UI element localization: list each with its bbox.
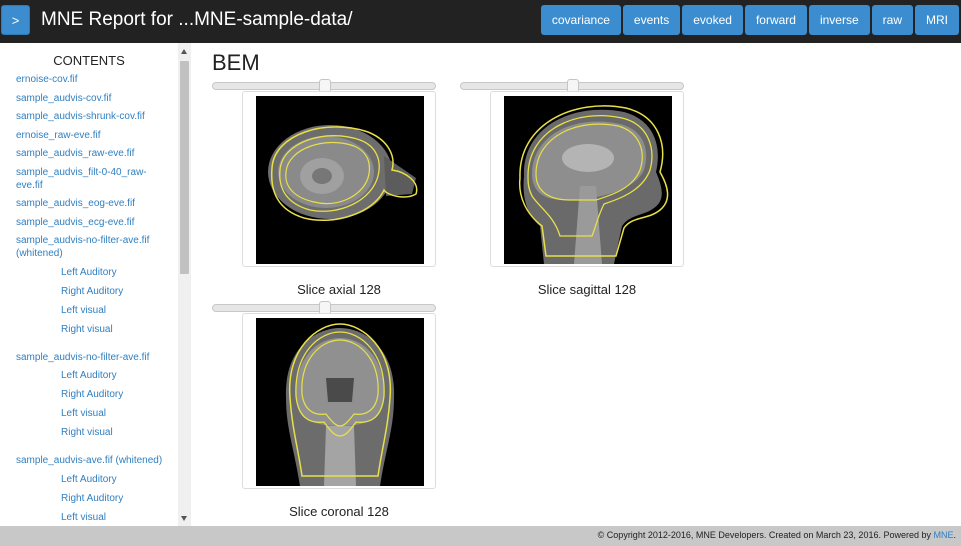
- toc-subitem-left-auditory[interactable]: Left Auditory: [16, 369, 166, 382]
- footer-mne-link[interactable]: MNE: [933, 530, 953, 540]
- scroll-up-arrow-icon[interactable]: [181, 49, 187, 54]
- report-title: MNE Report for ...MNE-sample-data/: [41, 9, 353, 30]
- nav-button-covariance[interactable]: covariance: [540, 5, 621, 35]
- toc-item-sample-audvis-shrunk-cov[interactable]: sample_audvis-shrunk-cov.fif: [16, 110, 166, 123]
- section-nav: covariance events evoked forward inverse…: [540, 5, 959, 35]
- toc-subitem-left-visual[interactable]: Left visual: [16, 511, 166, 524]
- nav-button-inverse[interactable]: inverse: [808, 5, 870, 35]
- sagittal-slice-slider[interactable]: [460, 79, 684, 93]
- scroll-thumb[interactable]: [180, 61, 189, 274]
- coronal-caption: Slice coronal 128: [289, 504, 389, 519]
- toc-item-no-filter-ave[interactable]: sample_audvis-no-filter-ave.fif: [16, 351, 166, 364]
- axial-slice-panel: [242, 91, 436, 267]
- axial-caption: Slice axial 128: [297, 282, 381, 297]
- sidebar-toggle-button[interactable]: >: [1, 5, 30, 35]
- toc-subitem-right-auditory[interactable]: Right Auditory: [16, 388, 166, 401]
- nav-button-raw[interactable]: raw: [871, 5, 913, 35]
- top-navbar: > MNE Report for ...MNE-sample-data/ cov…: [0, 0, 961, 43]
- toc-item-sample-audvis-cov[interactable]: sample_audvis-cov.fif: [16, 92, 166, 105]
- sagittal-caption: Slice sagittal 128: [537, 282, 637, 297]
- axial-bem-image: [256, 96, 424, 264]
- footer-end: .: [953, 530, 956, 540]
- footer-copyright: © Copyright 2012-2016, MNE Developers. C…: [598, 530, 956, 540]
- nav-button-evoked[interactable]: evoked: [682, 5, 743, 35]
- toc-item-sample-audvis-filt-raw-eve[interactable]: sample_audvis_filt-0-40_raw-eve.fif: [16, 166, 166, 192]
- nav-button-events[interactable]: events: [622, 5, 681, 35]
- toc-list: ernoise-cov.fif sample_audvis-cov.fif sa…: [16, 73, 166, 526]
- toc-item-ernoise-cov[interactable]: ernoise-cov.fif: [16, 73, 166, 86]
- toc-item-no-filter-ave-whitened[interactable]: sample_audvis-no-filter-ave.fif (whitene…: [16, 234, 166, 260]
- contents-sidebar: CONTENTS ernoise-cov.fif sample_audvis-c…: [0, 43, 191, 526]
- footer: © Copyright 2012-2016, MNE Developers. C…: [0, 526, 961, 546]
- toc-item-ernoise-raw-eve[interactable]: ernoise_raw-eve.fif: [16, 129, 166, 142]
- toc-subitem-left-visual[interactable]: Left visual: [16, 304, 166, 317]
- nav-button-forward[interactable]: forward: [744, 5, 807, 35]
- nav-button-mri[interactable]: MRI: [915, 5, 959, 35]
- toc-item-ave-whitened[interactable]: sample_audvis-ave.fif (whitened): [16, 454, 166, 467]
- toc-item-sample-audvis-ecg-eve[interactable]: sample_audvis_ecg-eve.fif: [16, 216, 166, 229]
- toc-subitem-left-auditory[interactable]: Left Auditory: [16, 266, 166, 279]
- coronal-bem-image: [256, 318, 424, 486]
- coronal-slice-panel: [242, 313, 436, 489]
- sagittal-slice-panel: [490, 91, 684, 267]
- toc-subitem-left-visual[interactable]: Left visual: [16, 407, 166, 420]
- contents-heading: CONTENTS: [53, 53, 125, 68]
- toc-subitem-right-auditory[interactable]: Right Auditory: [16, 285, 166, 298]
- toc-item-sample-audvis-eog-eve[interactable]: sample_audvis_eog-eve.fif: [16, 197, 166, 210]
- scroll-down-arrow-icon[interactable]: [181, 516, 187, 521]
- toc-subitem-right-visual[interactable]: Right visual: [16, 426, 166, 439]
- toc-subitem-right-visual[interactable]: Right visual: [16, 323, 166, 336]
- sidebar-scrollbar[interactable]: [178, 43, 191, 526]
- section-title: BEM: [212, 50, 260, 75]
- toc-subitem-left-auditory[interactable]: Left Auditory: [16, 473, 166, 486]
- coronal-slice-slider[interactable]: [212, 301, 436, 315]
- axial-slice-slider[interactable]: [212, 79, 436, 93]
- toc-item-sample-audvis-raw-eve[interactable]: sample_audvis_raw-eve.fif: [16, 147, 166, 160]
- footer-text: © Copyright 2012-2016, MNE Developers. C…: [597, 530, 934, 540]
- toc-subitem-right-auditory[interactable]: Right Auditory: [16, 492, 166, 505]
- sagittal-bem-image: [504, 96, 672, 264]
